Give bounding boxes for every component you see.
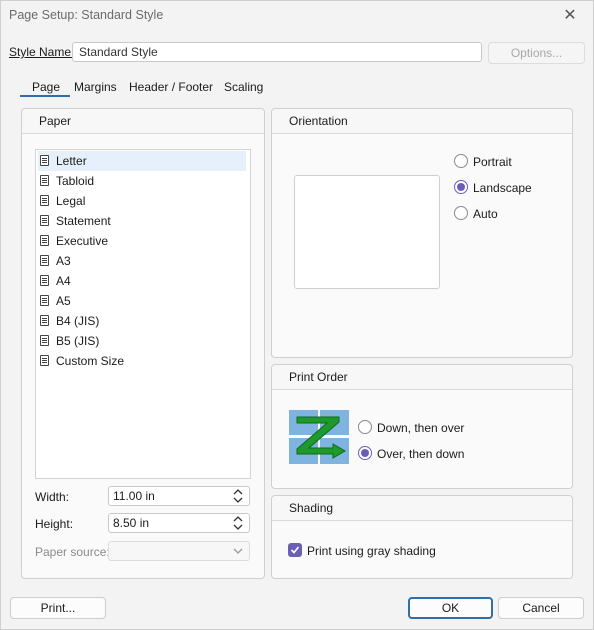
style-name-field[interactable]: Standard Style [72, 42, 482, 62]
check-icon [290, 546, 300, 554]
style-name-label: Style Name: [9, 45, 75, 59]
document-icon [40, 155, 49, 166]
window-title: Page Setup: Standard Style [9, 8, 164, 22]
list-item[interactable]: A4 [38, 271, 246, 291]
chevron-down-icon [233, 548, 243, 554]
shading-heading: Shading [272, 496, 572, 521]
orientation-heading: Orientation [272, 109, 572, 134]
list-item[interactable]: B5 (JIS) [38, 331, 246, 351]
tab-page[interactable]: Page [32, 80, 60, 94]
list-item[interactable]: B4 (JIS) [38, 311, 246, 331]
document-icon [40, 355, 49, 366]
portrait-radio[interactable] [454, 154, 468, 168]
close-icon[interactable]: ✕ [561, 7, 579, 25]
stepper-arrows-icon[interactable] [233, 515, 243, 531]
print-button[interactable]: Print... [10, 597, 106, 619]
print-order-heading: Print Order [272, 365, 572, 390]
list-item[interactable]: Legal [38, 191, 246, 211]
paper-source-label: Paper source: [35, 545, 110, 559]
down-then-over-radio[interactable] [358, 420, 372, 434]
orientation-preview [294, 175, 440, 289]
down-then-over-label[interactable]: Down, then over [377, 421, 464, 435]
paper-size-list[interactable]: Letter Tabloid Legal Statement Executive… [35, 149, 251, 479]
document-icon [40, 215, 49, 226]
document-icon [40, 195, 49, 206]
gray-shading-checkbox[interactable] [288, 543, 302, 557]
over-then-down-label[interactable]: Over, then down [377, 447, 464, 461]
list-item[interactable]: Statement [38, 211, 246, 231]
document-icon [40, 335, 49, 346]
height-value: 8.50 in [113, 516, 150, 530]
document-icon [40, 255, 49, 266]
auto-radio[interactable] [454, 206, 468, 220]
document-icon [40, 175, 49, 186]
width-value: 11.00 in [113, 489, 155, 503]
options-button[interactable]: Options... [488, 42, 585, 64]
height-stepper[interactable]: 8.50 in [108, 513, 250, 533]
document-icon [40, 235, 49, 246]
tab-margins[interactable]: Margins [74, 80, 117, 94]
list-item[interactable]: A5 [38, 291, 246, 311]
landscape-radio[interactable] [454, 180, 468, 194]
list-item[interactable]: Custom Size [38, 351, 246, 371]
portrait-label[interactable]: Portrait [473, 155, 512, 169]
tab-header-footer[interactable]: Header / Footer [129, 80, 213, 94]
z-order-icon [289, 410, 349, 464]
stepper-arrows-icon[interactable] [233, 488, 243, 504]
gray-shading-label[interactable]: Print using gray shading [307, 544, 436, 558]
tab-scaling[interactable]: Scaling [224, 80, 263, 94]
landscape-label[interactable]: Landscape [473, 181, 532, 195]
list-item[interactable]: Tabloid [38, 171, 246, 191]
auto-label[interactable]: Auto [473, 207, 498, 221]
page-setup-dialog: Page Setup: Standard Style ✕ Style Name:… [0, 0, 594, 630]
paper-heading: Paper [22, 109, 264, 134]
shading-group: Shading Print using gray shading [271, 495, 573, 579]
document-icon [40, 295, 49, 306]
list-item[interactable]: Executive [38, 231, 246, 251]
list-item[interactable]: Letter [38, 151, 246, 171]
print-order-group: Print Order Down, then over Over, then d… [271, 364, 573, 489]
list-item[interactable]: A3 [38, 251, 246, 271]
paper-source-dropdown[interactable] [108, 541, 250, 561]
document-icon [40, 275, 49, 286]
document-icon [40, 315, 49, 326]
paper-group: Paper Letter Tabloid Legal Statement Exe… [21, 108, 265, 579]
cancel-button[interactable]: Cancel [498, 597, 584, 619]
orientation-group: Orientation Portrait Landscape Auto [271, 108, 573, 358]
tab-selected-indicator [20, 95, 70, 97]
height-label: Height: [35, 517, 74, 531]
width-stepper[interactable]: 11.00 in [108, 486, 250, 506]
ok-button[interactable]: OK [408, 597, 493, 619]
width-label: Width: [35, 490, 70, 504]
over-then-down-radio[interactable] [358, 446, 372, 460]
